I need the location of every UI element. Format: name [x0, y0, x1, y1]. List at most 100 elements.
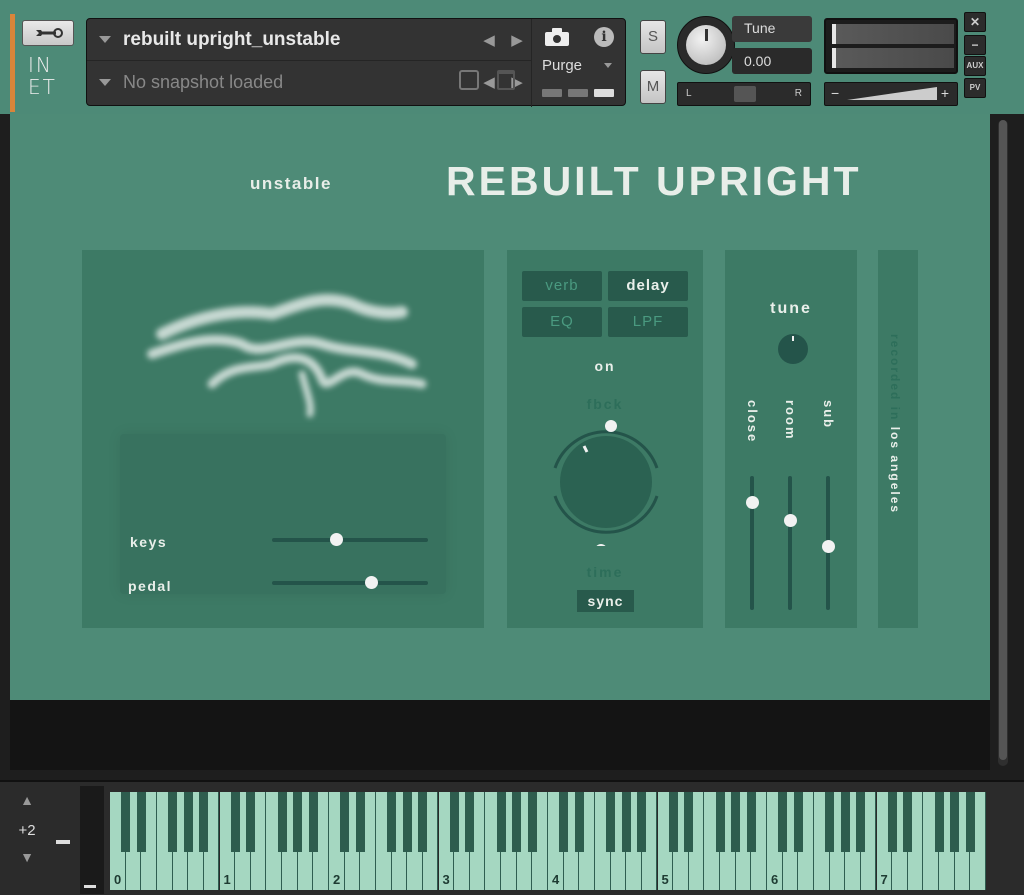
purge-dropdown-icon[interactable] — [604, 63, 612, 68]
black-key[interactable] — [731, 792, 741, 852]
info-icon[interactable]: i — [594, 27, 614, 47]
purge-meter-segment — [568, 89, 588, 97]
next-instrument-icon[interactable]: ▶ — [503, 31, 531, 49]
eq-button[interactable]: EQ — [522, 307, 602, 337]
feedback-label: fbck — [586, 396, 624, 412]
recorded-panel: recorded in los angeles — [878, 250, 918, 628]
black-key[interactable] — [308, 792, 318, 852]
mute-button[interactable]: M — [640, 70, 666, 104]
sync-button[interactable]: sync — [577, 590, 634, 612]
close-fader-thumb[interactable] — [746, 496, 759, 509]
tune-panel-knob[interactable] — [778, 334, 808, 364]
black-key[interactable] — [355, 792, 365, 852]
purge-meter-segment — [542, 89, 562, 97]
black-key[interactable] — [199, 792, 209, 852]
octave-up-icon[interactable]: ▲ — [6, 792, 48, 808]
black-key[interactable] — [465, 792, 475, 852]
tune-value[interactable]: 0.00 — [732, 48, 812, 74]
black-key[interactable] — [621, 792, 631, 852]
black-key[interactable] — [340, 792, 350, 852]
black-key[interactable] — [418, 792, 428, 852]
tune-knob[interactable] — [677, 16, 735, 74]
black-key[interactable] — [293, 792, 303, 852]
black-key[interactable] — [277, 792, 287, 852]
black-key[interactable] — [496, 792, 506, 852]
solo-button[interactable]: S — [640, 20, 666, 54]
black-key[interactable] — [136, 792, 146, 852]
black-key[interactable] — [527, 792, 537, 852]
black-key[interactable] — [121, 792, 131, 852]
purge-section: i Purge — [531, 19, 627, 107]
black-key[interactable] — [825, 792, 835, 852]
delete-snapshot-icon[interactable] — [497, 70, 515, 90]
level-meter-left — [832, 24, 954, 44]
prev-instrument-icon[interactable]: ◀ — [475, 31, 503, 49]
black-key[interactable] — [559, 792, 569, 852]
black-key[interactable] — [684, 792, 694, 852]
black-key[interactable] — [637, 792, 647, 852]
room-fader-track[interactable] — [788, 476, 792, 610]
black-key[interactable] — [230, 792, 240, 852]
black-key[interactable] — [903, 792, 913, 852]
black-key[interactable] — [715, 792, 725, 852]
purge-dropdown[interactable]: Purge — [542, 57, 582, 74]
pedal-slider-track[interactable] — [272, 581, 428, 585]
volume-slider[interactable]: − + — [824, 82, 958, 106]
instrument-dropdown-icon[interactable] — [99, 36, 111, 43]
black-key[interactable] — [168, 792, 178, 852]
black-key[interactable] — [512, 792, 522, 852]
fx-on-toggle[interactable]: on — [507, 358, 703, 374]
black-key[interactable] — [574, 792, 584, 852]
delay-knob[interactable] — [541, 416, 671, 546]
verb-button[interactable]: verb — [522, 271, 602, 301]
minimize-icon[interactable]: − — [964, 35, 986, 55]
volume-ramp-icon — [847, 87, 937, 100]
black-key[interactable] — [402, 792, 412, 852]
pv-button[interactable]: PV — [964, 78, 986, 98]
lpf-button[interactable]: LPF — [608, 307, 688, 337]
keys-slider-track[interactable] — [272, 538, 428, 542]
black-key[interactable] — [965, 792, 975, 852]
octave-down-icon[interactable]: ▼ — [6, 849, 48, 865]
aux-button[interactable]: AUX — [964, 56, 986, 76]
black-key[interactable] — [856, 792, 866, 852]
time-label: time — [586, 564, 624, 580]
black-key[interactable] — [183, 792, 193, 852]
volume-plus-icon[interactable]: + — [941, 85, 949, 101]
black-key[interactable] — [668, 792, 678, 852]
pedal-label: pedal — [128, 578, 173, 594]
black-key[interactable] — [246, 792, 256, 852]
close-icon[interactable]: ✕ — [964, 12, 986, 32]
black-key[interactable] — [449, 792, 459, 852]
close-label: close — [745, 400, 760, 444]
camera-icon[interactable] — [544, 27, 570, 47]
volume-minus-icon[interactable]: − — [831, 85, 839, 101]
keys-slider-thumb[interactable] — [330, 533, 343, 546]
rack-scrollbar[interactable] — [998, 120, 1008, 766]
keyboard-minus-icon[interactable] — [84, 885, 96, 888]
black-key[interactable] — [793, 792, 803, 852]
pedal-slider-thumb[interactable] — [365, 576, 378, 589]
black-key[interactable] — [746, 792, 756, 852]
black-key[interactable] — [950, 792, 960, 852]
black-key[interactable] — [778, 792, 788, 852]
sub-fader-thumb[interactable] — [822, 540, 835, 553]
keyboard-zoom-out-icon[interactable] — [56, 840, 70, 844]
piano-keyboard[interactable]: 0 1 2 3 4 5 6 7 — [110, 792, 990, 890]
instrument-row[interactable]: rebuilt upright_unstable ◀ ▶ — [87, 19, 531, 61]
instrument-info-panel: rebuilt upright_unstable ◀ ▶ No snapshot… — [86, 18, 627, 107]
black-key[interactable] — [840, 792, 850, 852]
black-key[interactable] — [387, 792, 397, 852]
pan-slider[interactable]: L R — [677, 82, 811, 106]
black-key[interactable] — [887, 792, 897, 852]
save-snapshot-icon[interactable] — [459, 70, 479, 90]
wrench-button[interactable] — [22, 20, 74, 46]
pan-handle[interactable] — [734, 86, 756, 102]
snapshot-dropdown-icon[interactable] — [99, 78, 111, 86]
room-fader-thumb[interactable] — [784, 514, 797, 527]
rack-scrollbar-thumb[interactable] — [999, 120, 1007, 760]
black-key[interactable] — [934, 792, 944, 852]
black-key[interactable] — [606, 792, 616, 852]
delay-button[interactable]: delay — [608, 271, 688, 301]
keyboard-scroll-strip[interactable] — [80, 786, 104, 894]
